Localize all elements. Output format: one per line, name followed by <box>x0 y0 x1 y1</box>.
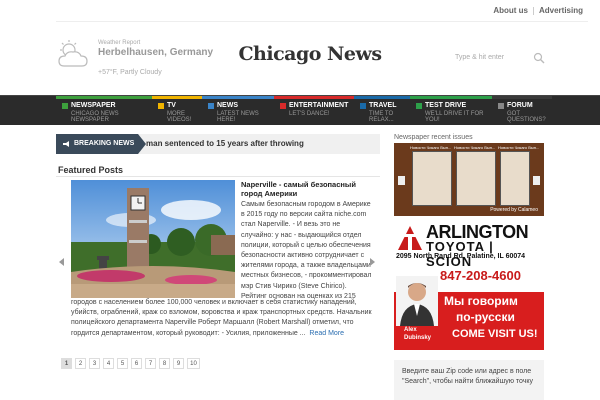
ad-cta: COME VISIT US! <box>452 328 538 340</box>
nav-accent <box>410 96 492 99</box>
featured-post-excerpt-cont: городов с населением более 100,000 челов… <box>71 299 372 337</box>
page-7[interactable]: 7 <box>145 358 156 369</box>
nav-title: TEST DRIVE <box>425 102 467 109</box>
cloud-icon <box>58 40 88 67</box>
carousel-next-button[interactable] <box>533 176 540 185</box>
nav-item-travel[interactable]: TRAVEL TIME TO RELAX... <box>354 96 410 126</box>
issue-title: Новости Чикаго Вып... <box>410 145 452 150</box>
nav-item-entertainment[interactable]: ENTERTAINMENT LET'S DANCE! <box>274 96 354 126</box>
featured-image[interactable] <box>71 180 235 298</box>
weather-condition: +57°F, Partly Cloudy <box>98 69 162 76</box>
ad-person-name: Alex Dubinsky <box>404 327 432 341</box>
nav-title: TV <box>167 102 176 109</box>
featured-post-title[interactable]: Naperville - самый безопасный город Амер… <box>241 180 371 198</box>
issue-title: Новости Чикаго Вып... <box>498 145 540 150</box>
weather-widget: Weather Report Herbelhausen, Germany +57… <box>56 40 216 80</box>
news-icon <box>208 102 214 109</box>
nav-subtitle: LET'S DANCE! <box>289 111 330 117</box>
nav-accent <box>202 96 274 99</box>
carousel-prev-button[interactable] <box>398 176 405 185</box>
featured-heading: Featured Posts <box>58 165 124 175</box>
weather-label: Weather Report <box>98 40 141 46</box>
search-box[interactable]: Type & hit enter <box>455 52 545 66</box>
issue-cover[interactable] <box>412 151 452 206</box>
issues-heading: Newspaper recent issues <box>394 134 473 141</box>
toyota-logo-icon <box>398 226 422 250</box>
nav-item-forum[interactable]: FORUM GOT QUESTIONS? <box>492 96 552 126</box>
tv-icon <box>158 102 164 109</box>
featured-post-excerpt: Самым безопасным городом в Америке в 201… <box>241 201 372 300</box>
nav-subtitle: CHICAGO NEWS NEWSPAPER <box>71 111 119 123</box>
page-1[interactable]: 1 <box>61 358 72 369</box>
nav-subtitle: LATEST NEWS HERE! <box>217 111 259 123</box>
nav-item-news[interactable]: NEWS LATEST NEWS HERE! <box>202 96 274 126</box>
nav-accent <box>56 96 152 99</box>
ad-address: 2095 North Rand Rd. Palatine, IL 60074 <box>396 253 526 260</box>
nav-subtitle: WE'LL DRIVE IT FOR YOU! <box>425 111 484 123</box>
page-3[interactable]: 3 <box>89 358 100 369</box>
nav-title: FORUM <box>507 102 533 109</box>
nav-subtitle: MORE VIDEOS! <box>167 111 192 123</box>
nav-item-tv[interactable]: TV MORE VIDEOS! <box>152 96 202 126</box>
slider-pagination: 1 2 3 4 5 6 7 8 9 10 <box>61 358 200 369</box>
nav-title: TRAVEL <box>369 102 397 109</box>
nav-accent <box>274 96 354 99</box>
divider <box>56 21 588 22</box>
issue-title: Новости Чикаго Вып... <box>454 145 496 150</box>
page-4[interactable]: 4 <box>103 358 114 369</box>
nav-accent <box>354 96 410 99</box>
page-10[interactable]: 10 <box>187 358 200 369</box>
page-6[interactable]: 6 <box>131 358 142 369</box>
issue-cover[interactable] <box>500 151 530 206</box>
ad-phone: 847-208-4600 <box>440 268 521 283</box>
ad-slogan-line1: Мы говорим <box>444 294 518 308</box>
breaking-news-label: BREAKING NEWS <box>56 134 146 154</box>
person-photo <box>396 276 438 326</box>
advertising-link[interactable]: Advertising <box>534 6 588 15</box>
nav-title: NEWS <box>217 102 238 109</box>
plane-icon <box>360 102 366 109</box>
read-more-link[interactable]: Read More <box>309 330 344 337</box>
nav-accent <box>152 96 202 99</box>
megaphone-icon <box>63 141 69 147</box>
page-2[interactable]: 2 <box>75 358 86 369</box>
powered-by-text[interactable]: Powered by Calameo <box>490 207 538 213</box>
nav-item-test-drive[interactable]: TEST DRIVE WE'LL DRIVE IT FOR YOU! <box>410 96 492 126</box>
nav-item-newspaper[interactable]: NEWSPAPER CHICAGO NEWS NEWSPAPER <box>56 96 152 126</box>
page-5[interactable]: 5 <box>117 358 128 369</box>
about-link[interactable]: About us <box>488 6 533 15</box>
star-icon <box>280 102 286 109</box>
weather-city: Herbelhausen, Germany <box>98 47 214 58</box>
page-9[interactable]: 9 <box>173 358 184 369</box>
nav-title: ENTERTAINMENT <box>289 102 349 109</box>
slider-prev-arrow[interactable] <box>59 258 64 266</box>
nav-subtitle: TIME TO RELAX... <box>369 111 394 123</box>
car-icon <box>416 102 422 109</box>
slider-next-arrow[interactable] <box>370 258 375 266</box>
ad-slogan-line2: по-русски <box>456 310 515 324</box>
paper-icon <box>62 102 68 109</box>
issue-cover[interactable] <box>456 151 496 206</box>
nav-accent <box>492 96 552 99</box>
page-8[interactable]: 8 <box>159 358 170 369</box>
search-icon[interactable] <box>533 52 545 64</box>
nav-subtitle: GOT QUESTIONS? <box>507 111 546 123</box>
breaking-news-text[interactable]: man sentenced to 15 years after throwing <box>146 139 304 148</box>
search-input[interactable]: Type & hit enter <box>455 54 504 61</box>
site-logo[interactable]: Chicago News <box>230 43 390 65</box>
chat-icon <box>498 102 504 109</box>
top-links: About us Advertising <box>488 6 588 15</box>
issues-carousel: Новости Чикаго Вып... 2015-09-22 Новости… <box>394 143 544 216</box>
nav-title: NEWSPAPER <box>71 102 116 109</box>
zip-info-box: Введите ваш Zip code или адрес в поле "S… <box>394 360 544 400</box>
dealer-ad-banner[interactable]: ARLINGTON TOYOTA | SCION 2095 North Rand… <box>394 222 544 350</box>
main-nav: NEWSPAPER CHICAGO NEWS NEWSPAPER TV MORE… <box>0 95 600 125</box>
breaking-news-ticker: BREAKING NEWS man sentenced to 15 years … <box>56 134 380 154</box>
divider <box>56 176 380 177</box>
